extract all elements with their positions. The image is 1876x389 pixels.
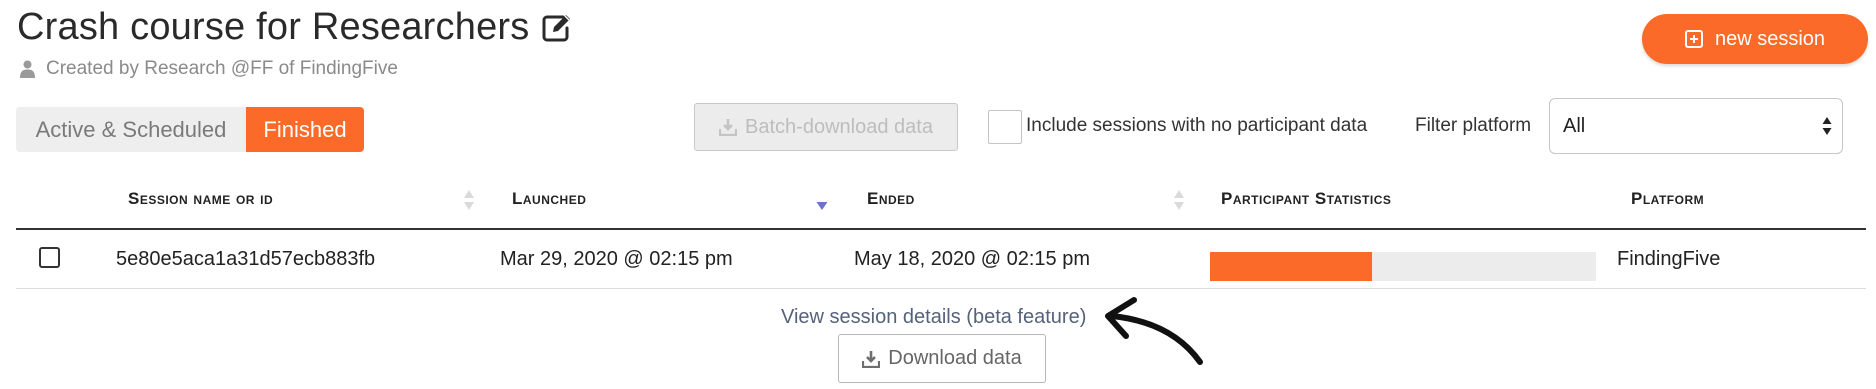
plus-square-icon	[1684, 30, 1703, 48]
page-title: Crash course for Researchers	[17, 6, 530, 48]
ended-cell: May 18, 2020 @ 02:15 pm	[854, 248, 1090, 270]
filter-platform-select[interactable]: All	[1549, 98, 1843, 154]
row-select-checkbox[interactable]	[39, 247, 60, 268]
filter-platform-value: All	[1563, 114, 1586, 137]
participant-progress-fill	[1210, 252, 1373, 281]
column-header-session[interactable]: Session name or id	[128, 189, 273, 209]
view-session-details-link[interactable]: View session details (beta feature)	[781, 306, 1086, 329]
title-row: Crash course for Researchers	[17, 6, 573, 49]
table-header: Session name or id Launched Ended Partic…	[16, 176, 1866, 230]
include-no-data-label: Include sessions with no participant dat…	[1026, 115, 1368, 136]
curved-arrow-icon	[1105, 297, 1203, 365]
sort-icon[interactable]	[463, 188, 475, 212]
platform-cell: FindingFive	[1617, 248, 1721, 270]
session-id-cell[interactable]: 5e80e5aca1a31d57ecb883fb	[116, 248, 375, 271]
edit-icon[interactable]	[539, 11, 573, 45]
sort-icon[interactable]	[1173, 188, 1185, 212]
user-icon	[20, 60, 35, 78]
creator-text: Created by Research @FF of FindingFive	[46, 58, 398, 79]
new-session-label: new session	[1714, 27, 1826, 50]
column-header-launched[interactable]: Launched	[512, 189, 586, 209]
new-session-button[interactable]: new session	[1642, 14, 1868, 64]
column-header-participant-stats: Participant Statistics	[1221, 189, 1392, 208]
participant-progress-bar	[1210, 252, 1596, 281]
filter-platform-label: Filter platform	[1415, 115, 1532, 136]
sort-descending-icon[interactable]	[816, 188, 828, 212]
table-row: 5e80e5aca1a31d57ecb883fb Mar 29, 2020 @ …	[16, 232, 1866, 289]
download-data-label: Download data	[888, 347, 1022, 369]
column-header-platform: Platform	[1631, 189, 1705, 208]
column-header-ended[interactable]: Ended	[867, 189, 915, 209]
launched-cell: Mar 29, 2020 @ 02:15 pm	[500, 248, 733, 270]
select-arrows-icon	[1822, 116, 1832, 136]
download-icon	[718, 118, 738, 137]
tab-finished[interactable]: Finished	[246, 107, 364, 152]
creator-info: Created by Research @FF of FindingFive	[20, 58, 398, 80]
batch-download-label: Batch-download data	[745, 115, 933, 138]
tab-active-scheduled[interactable]: Active & Scheduled	[16, 107, 246, 152]
download-icon	[862, 350, 881, 368]
batch-download-button[interactable]: Batch-download data	[694, 103, 958, 151]
session-tabs: Active & Scheduled Finished	[16, 107, 364, 152]
download-data-button[interactable]: Download data	[838, 334, 1046, 383]
include-no-data-checkbox[interactable]	[988, 110, 1022, 144]
